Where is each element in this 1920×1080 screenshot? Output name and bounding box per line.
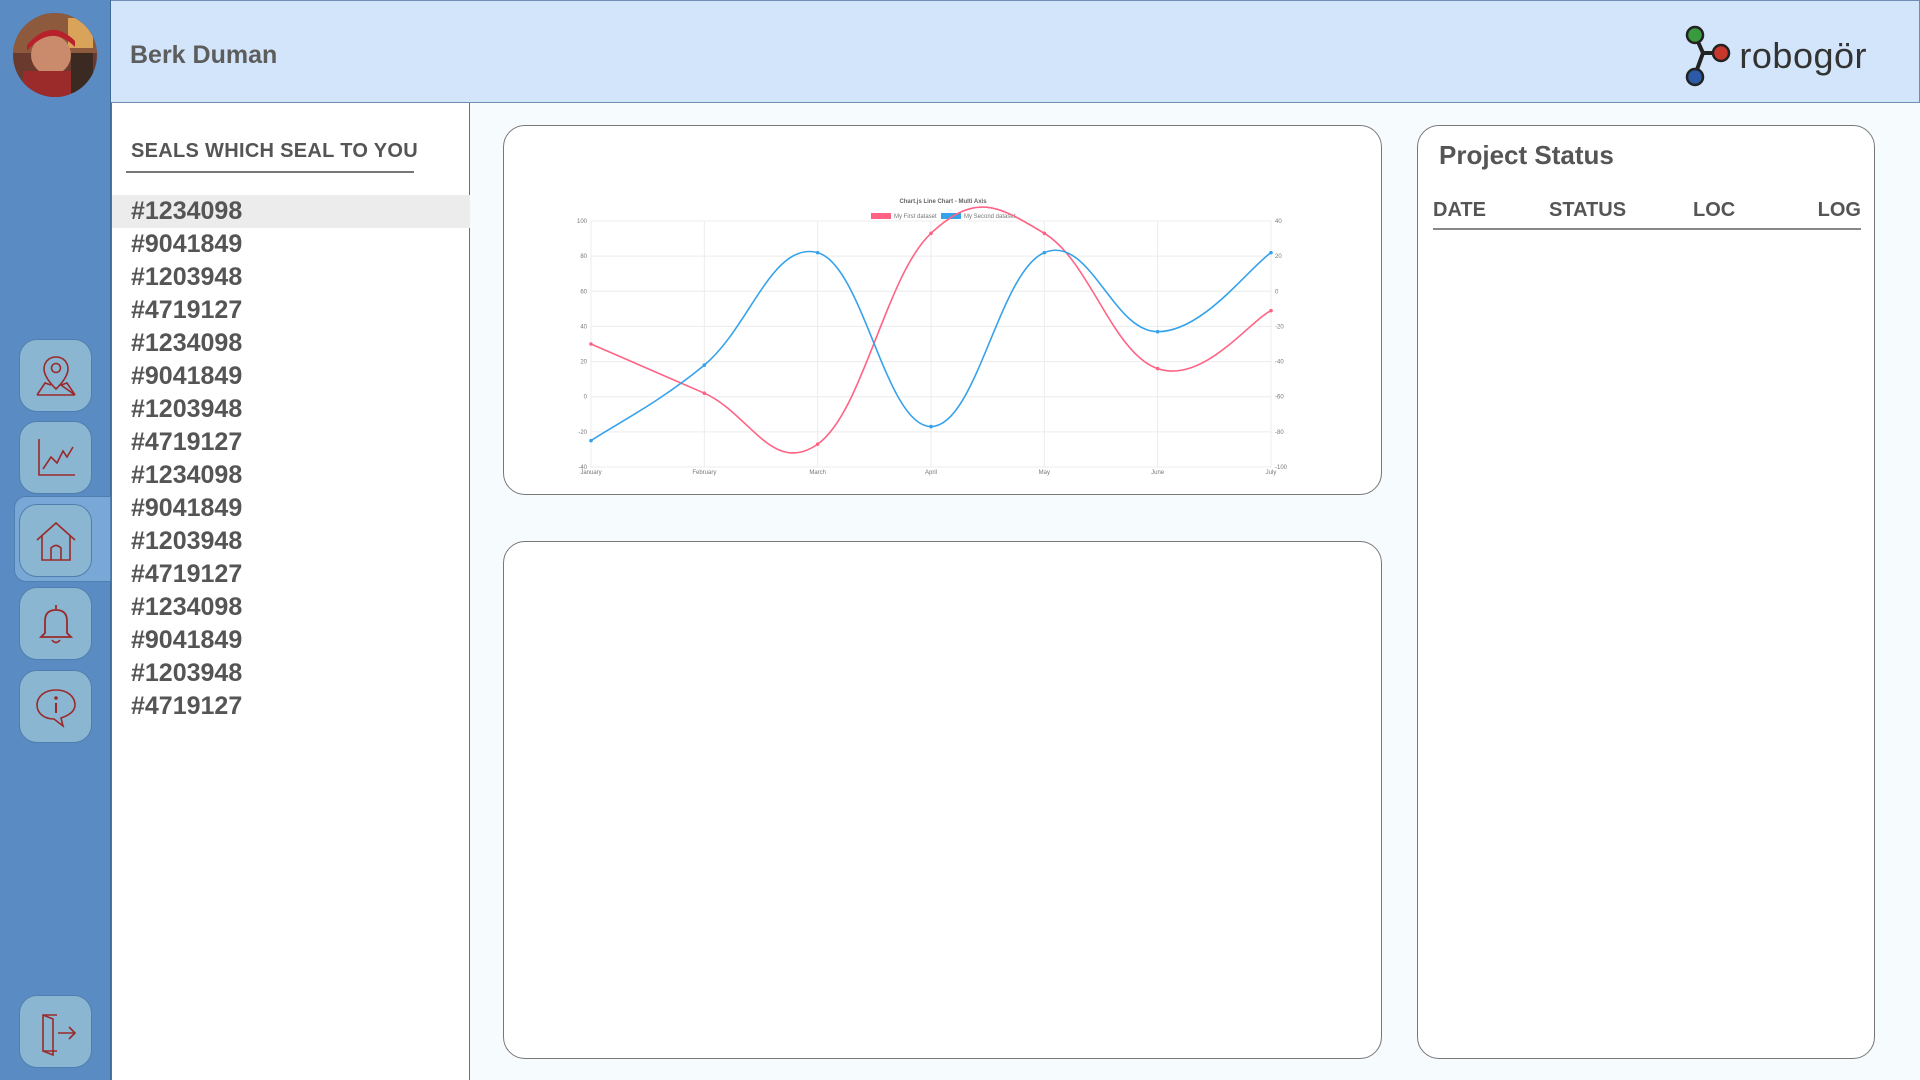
column-header-loc[interactable]: LOC xyxy=(1693,199,1735,222)
data-point[interactable] xyxy=(1155,366,1160,371)
top-bar: Berk Duman robogör xyxy=(111,0,1920,103)
seal-list-item[interactable]: #9041849 xyxy=(112,360,470,393)
y-right-tick: -20 xyxy=(1275,324,1284,330)
chart-title: Chart.js Line Chart - Multi Axis xyxy=(899,199,987,205)
y-right-tick: -80 xyxy=(1275,430,1284,436)
user-name: Berk Duman xyxy=(130,41,278,69)
line-chart-icon xyxy=(37,438,75,476)
info-nav-button[interactable] xyxy=(19,670,92,743)
seal-list-item[interactable]: #1234098 xyxy=(112,195,470,228)
y-left-tick: 40 xyxy=(580,324,587,330)
x-tick: June xyxy=(1151,470,1165,476)
chart-legend: My First dataset My Second dataset xyxy=(871,213,1016,220)
column-header-log[interactable]: LOG xyxy=(1818,199,1861,222)
data-point[interactable] xyxy=(1042,250,1047,255)
data-point[interactable] xyxy=(815,250,820,255)
data-point[interactable] xyxy=(1042,231,1047,236)
y-right-tick: -100 xyxy=(1275,465,1288,471)
legend-label[interactable]: My Second dataset xyxy=(964,214,1016,220)
divider xyxy=(126,171,414,173)
bell-icon xyxy=(38,604,73,643)
seals-title: SEALS WHICH SEAL TO YOU xyxy=(131,140,418,162)
seal-list-item[interactable]: #1203948 xyxy=(112,525,470,558)
seal-list-item[interactable]: #1234098 xyxy=(112,591,470,624)
legend-swatch xyxy=(871,213,891,219)
line-chart: Chart.js Line Chart - Multi Axis My Firs… xyxy=(577,199,1288,476)
seals-panel: SEALS WHICH SEAL TO YOU #1234098 #9041849… xyxy=(111,103,470,1080)
empty-panel xyxy=(503,541,1382,1059)
seal-list-item[interactable]: #4719127 xyxy=(112,294,470,327)
data-point[interactable] xyxy=(589,342,593,346)
chart-nav-button[interactable] xyxy=(19,421,92,494)
location-map-icon xyxy=(35,355,76,396)
data-point[interactable] xyxy=(929,231,933,236)
seal-list-item[interactable]: #1234098 xyxy=(112,459,470,492)
data-point[interactable] xyxy=(1269,308,1273,313)
seal-list-item[interactable]: #1203948 xyxy=(112,261,470,294)
seal-list-item[interactable]: #1203948 xyxy=(112,393,470,426)
robogor-logo-icon xyxy=(1686,25,1731,87)
y-left-tick: 20 xyxy=(580,360,587,366)
brand-name: robogör xyxy=(1739,35,1867,76)
y-left-tick: 80 xyxy=(580,254,587,260)
y-right-tick: -40 xyxy=(1275,360,1284,366)
seal-list-item[interactable]: #4719127 xyxy=(112,426,470,459)
data-point[interactable] xyxy=(702,391,707,396)
data-point[interactable] xyxy=(929,424,933,429)
info-chat-icon xyxy=(35,688,76,728)
logout-icon xyxy=(41,1013,76,1056)
logout-button[interactable] xyxy=(19,995,92,1068)
home-nav-button[interactable] xyxy=(19,504,92,577)
x-tick: February xyxy=(692,470,716,476)
seal-list-item[interactable]: #1234098 xyxy=(112,327,470,360)
y-left-tick: 0 xyxy=(584,395,588,401)
y-left-tick: -20 xyxy=(578,430,587,436)
y-right-tick: 0 xyxy=(1275,289,1279,295)
x-tick: July xyxy=(1266,470,1277,476)
data-point[interactable] xyxy=(815,442,820,446)
x-tick: May xyxy=(1039,470,1050,476)
data-point[interactable] xyxy=(589,438,593,443)
y-left-tick: 100 xyxy=(577,219,588,225)
map-nav-button[interactable] xyxy=(19,339,92,412)
avatar[interactable] xyxy=(13,13,97,97)
data-point[interactable] xyxy=(1269,250,1273,255)
y-right-tick: 40 xyxy=(1275,219,1282,225)
column-header-status[interactable]: STATUS xyxy=(1549,199,1626,222)
x-tick: April xyxy=(925,470,937,476)
project-status-table-header: DATE STATUS LOC LOG xyxy=(1433,199,1861,230)
project-status-title: Project Status xyxy=(1439,140,1614,170)
legend-label[interactable]: My First dataset xyxy=(894,214,937,220)
y-right-tick: -60 xyxy=(1275,395,1284,401)
seal-list-item[interactable]: #4719127 xyxy=(112,558,470,591)
project-status-panel: Project Status DATE STATUS LOC LOG xyxy=(1417,125,1875,1059)
seal-list-item[interactable]: #9041849 xyxy=(112,492,470,525)
chart-card: Chart.js Line Chart - Multi Axis My Firs… xyxy=(503,125,1382,495)
seal-list-item[interactable]: #1203948 xyxy=(112,657,470,690)
seal-list: #1234098 #9041849 #1203948 #4719127 #1234098… xyxy=(112,195,470,723)
y-right-tick: 20 xyxy=(1275,254,1282,260)
seal-list-item[interactable]: #4719127 xyxy=(112,690,470,723)
data-point[interactable] xyxy=(702,363,707,367)
notifications-nav-button[interactable] xyxy=(19,587,92,660)
seal-list-item[interactable]: #9041849 xyxy=(112,228,470,261)
home-icon xyxy=(35,521,76,561)
column-header-date[interactable]: DATE xyxy=(1433,199,1486,222)
x-tick: March xyxy=(809,470,826,476)
sidebar xyxy=(0,0,111,1080)
seal-list-item[interactable]: #9041849 xyxy=(112,624,470,657)
brand-logo: robogör xyxy=(1681,23,1867,89)
x-tick: January xyxy=(580,470,601,476)
y-left-tick: 60 xyxy=(580,289,587,295)
data-point[interactable] xyxy=(1155,329,1160,334)
